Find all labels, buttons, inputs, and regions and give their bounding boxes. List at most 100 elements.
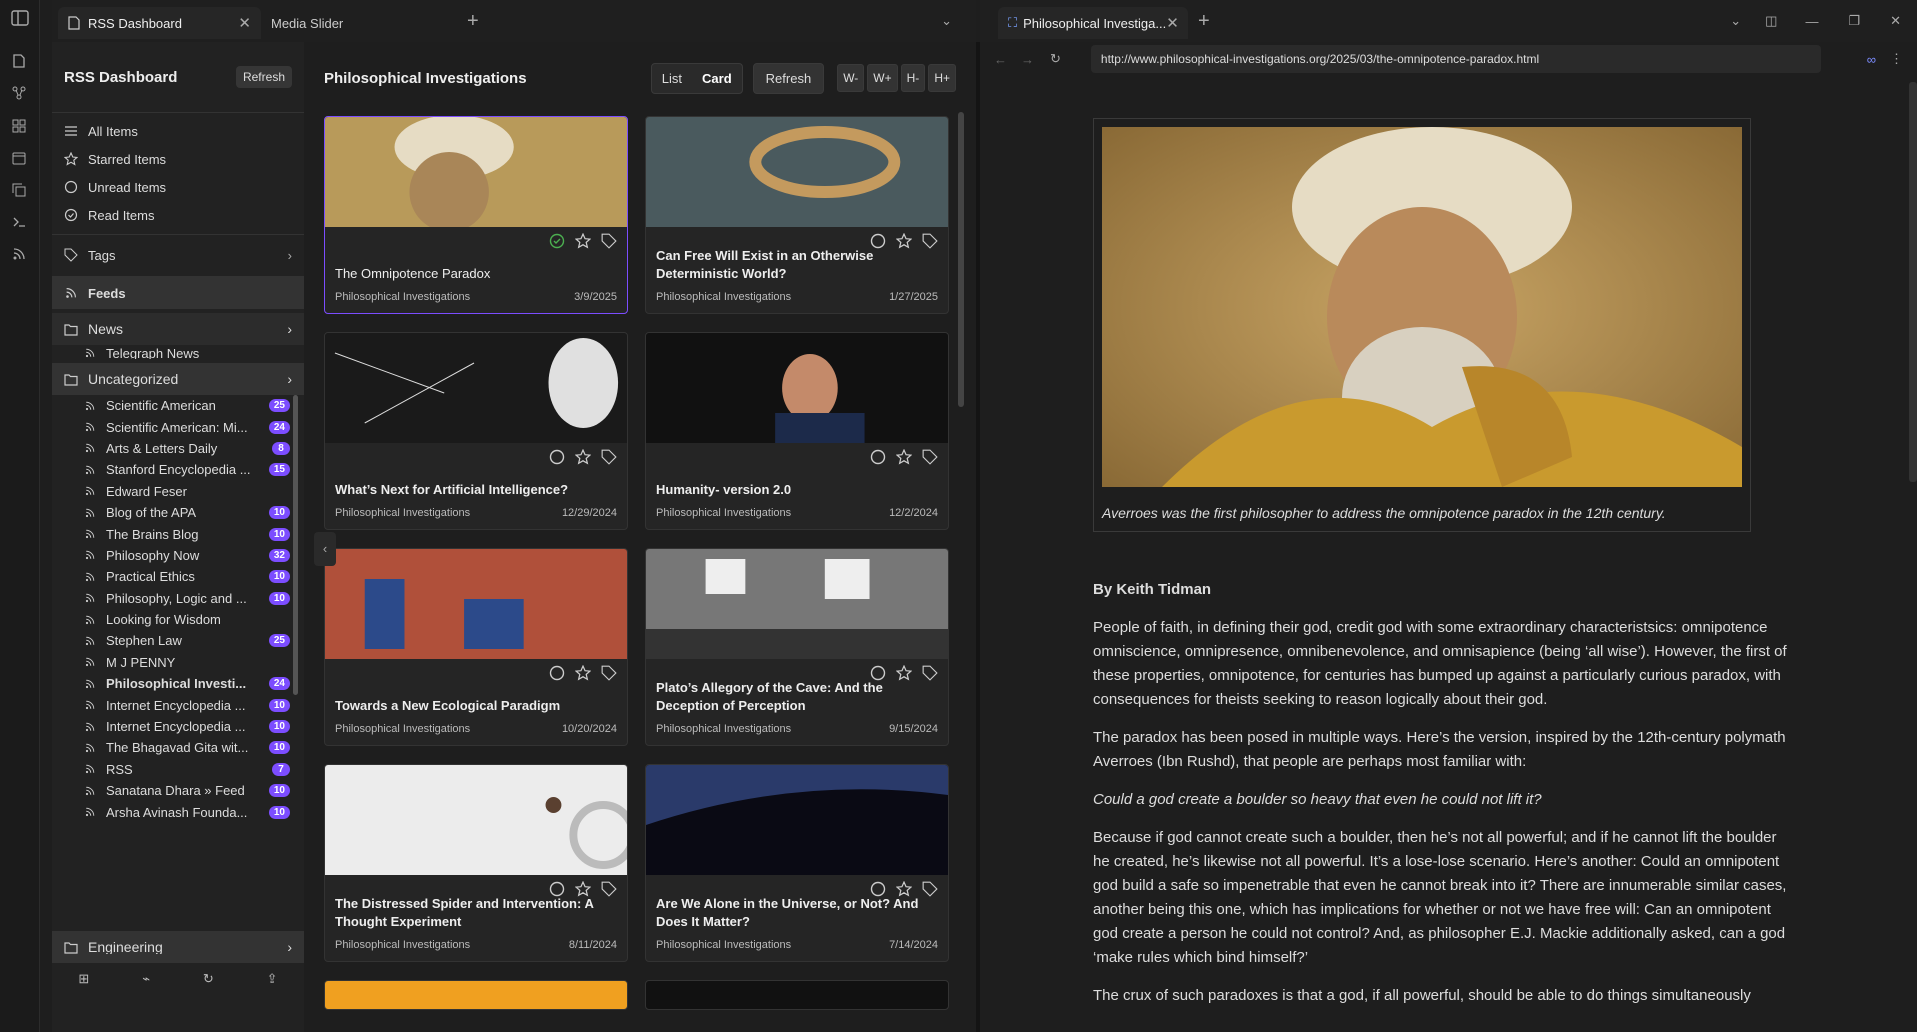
card-source: Philosophical Investigations [335, 507, 471, 519]
new-tab-icon[interactable]: + [1198, 10, 1210, 33]
unread-count-badge: 10 [268, 784, 290, 798]
tab-label: Philosophical Investiga... [1023, 15, 1167, 31]
width-decrease-button[interactable]: W- [837, 64, 865, 92]
content-refresh-button[interactable]: Refresh [752, 62, 825, 94]
nav-unread-items[interactable]: Unread Items [52, 173, 304, 201]
star-icon[interactable] [575, 665, 591, 681]
feed-item[interactable]: Arts & Letters Daily 8 [52, 438, 304, 459]
tags-section[interactable]: Tags › [52, 241, 304, 264]
unread-circle-icon[interactable] [549, 665, 565, 681]
nav-starred-items[interactable]: Starred Items [52, 145, 304, 173]
graph-icon[interactable] [11, 85, 27, 101]
tab-media-slider[interactable]: Media Slider [261, 7, 461, 39]
article-card[interactable]: Can Free Will Exist in an Otherwise Dete… [645, 116, 949, 314]
chevron-down-icon[interactable]: ⌄ [941, 13, 952, 29]
window-close-icon[interactable]: ✕ [1890, 13, 1901, 29]
feed-item[interactable]: Arsha Avinash Founda... 10 [52, 801, 304, 822]
content-scrollbar[interactable] [958, 112, 964, 407]
add-feed-icon[interactable]: ⌁ [142, 971, 150, 987]
feed-item[interactable]: M J PENNY [52, 652, 304, 673]
article-card[interactable]: Humanity- version 2.0 Philosophical Inves… [645, 332, 949, 530]
unread-circle-icon[interactable] [870, 449, 886, 465]
feed-item[interactable]: The Brains Blog 10 [52, 523, 304, 544]
nav-all-items[interactable]: All Items [52, 117, 304, 145]
rss-sidebar: RSS Dashboard Refresh All Items Starred … [52, 42, 304, 1032]
article-card[interactable]: Plato’s Allegory of the Cave: And the De… [645, 548, 949, 746]
article-card[interactable] [645, 980, 949, 1010]
back-icon[interactable]: ← [994, 52, 1007, 67]
feed-item[interactable]: Scientific American 25 [52, 395, 304, 416]
folder-uncategorized[interactable]: Uncategorized › [52, 363, 304, 395]
tag-icon[interactable] [601, 665, 617, 681]
forward-icon[interactable]: → [1021, 52, 1034, 67]
folder-news[interactable]: News › [52, 313, 304, 345]
article-scrollbar[interactable] [1909, 82, 1917, 482]
more-icon[interactable]: ⋮ [1890, 51, 1903, 67]
add-folder-icon[interactable]: ⊞ [78, 971, 89, 987]
card-view-button[interactable]: Card [692, 64, 742, 93]
star-icon[interactable] [575, 449, 591, 465]
feed-item[interactable]: Philosophy, Logic and ... 10 [52, 588, 304, 609]
feed-item[interactable]: Stanford Encyclopedia ... 15 [52, 459, 304, 480]
tab-philosophical-investigations[interactable]: ⛶ Philosophical Investiga... ✕ [998, 7, 1188, 39]
tag-icon[interactable] [601, 233, 617, 249]
feed-item[interactable]: Stephen Law 25 [52, 630, 304, 651]
feed-item[interactable]: Edward Feser [52, 481, 304, 502]
feed-item[interactable]: Internet Encyclopedia ... 10 [52, 694, 304, 715]
feed-item[interactable]: Philosophical Investi... 24 [52, 673, 304, 694]
card-date: 12/2/2024 [889, 507, 938, 519]
article-card[interactable]: The Omnipotence Paradox Philosophical Inv… [324, 116, 628, 314]
refresh-icon[interactable]: ↻ [203, 971, 214, 987]
collapse-sidebar-button[interactable]: ‹ [314, 532, 336, 566]
feed-item[interactable]: Scientific American: Mi... 24 [52, 416, 304, 437]
feed-item[interactable]: Internet Encyclopedia ... 10 [52, 716, 304, 737]
height-increase-button[interactable]: H+ [928, 64, 956, 92]
feed-telegraph-news[interactable]: Telegraph News [52, 345, 304, 359]
feed-item[interactable]: Practical Ethics 10 [52, 566, 304, 587]
sidebar-refresh-button[interactable]: Refresh [235, 66, 292, 88]
article-card[interactable]: The Distressed Spider and Intervention: … [324, 764, 628, 962]
sidebar-toggle-icon[interactable] [11, 10, 29, 26]
restore-icon[interactable]: ❐ [1848, 13, 1860, 29]
grid-icon[interactable] [11, 118, 27, 134]
close-icon[interactable]: ✕ [238, 14, 251, 32]
new-tab-icon[interactable]: + [467, 10, 479, 33]
feed-item[interactable]: The Bhagavad Gita wit... 10 [52, 737, 304, 758]
height-decrease-button[interactable]: H- [900, 64, 926, 92]
star-icon[interactable] [896, 449, 912, 465]
copy-icon[interactable] [11, 182, 27, 198]
chevron-down-icon[interactable]: ⌄ [1730, 13, 1741, 29]
card-source: Philosophical Investigations [656, 939, 792, 951]
terminal-icon[interactable] [11, 214, 27, 230]
close-icon[interactable]: ✕ [1166, 14, 1179, 32]
read-check-icon[interactable] [549, 233, 565, 249]
reader-icon[interactable]: ∞ [1867, 52, 1876, 67]
tab-rss-dashboard[interactable]: RSS Dashboard ✕ [58, 7, 261, 39]
tag-icon[interactable] [601, 449, 617, 465]
tag-icon[interactable] [922, 449, 938, 465]
feed-item[interactable]: Blog of the APA 10 [52, 502, 304, 523]
width-increase-button[interactable]: W+ [867, 64, 898, 92]
sidebar-footer: ⊞ ⌁ ↻ ⇪ [52, 954, 304, 1002]
feed-item[interactable]: RSS 7 [52, 759, 304, 780]
files-icon[interactable] [11, 53, 27, 69]
article-card[interactable] [324, 980, 628, 1010]
nav-read-items[interactable]: Read Items [52, 201, 304, 229]
article-card[interactable]: Are We Alone in the Universe, or Not? An… [645, 764, 949, 962]
star-icon[interactable] [575, 233, 591, 249]
feed-item[interactable]: Sanatana Dhara » Feed 10 [52, 780, 304, 801]
minimize-icon[interactable]: — [1805, 14, 1818, 29]
upload-icon[interactable]: ⇪ [267, 971, 278, 987]
unread-circle-icon[interactable] [549, 449, 565, 465]
feed-item[interactable]: Philosophy Now 32 [52, 545, 304, 566]
article-card[interactable]: Towards a New Ecological Paradigm Philoso… [324, 548, 628, 746]
url-bar[interactable]: http://www.philosophical-investigations.… [1090, 45, 1821, 73]
article-card[interactable]: What’s Next for Artificial Intelligence?… [324, 332, 628, 530]
reload-icon[interactable]: ↻ [1050, 51, 1061, 67]
calendar-icon[interactable] [11, 150, 27, 166]
split-view-icon[interactable]: ◫ [1765, 13, 1777, 29]
list-view-button[interactable]: List [652, 64, 692, 93]
sidebar-scrollbar[interactable] [293, 395, 298, 695]
rss-icon[interactable] [11, 246, 27, 262]
feed-item[interactable]: Looking for Wisdom [52, 609, 304, 630]
